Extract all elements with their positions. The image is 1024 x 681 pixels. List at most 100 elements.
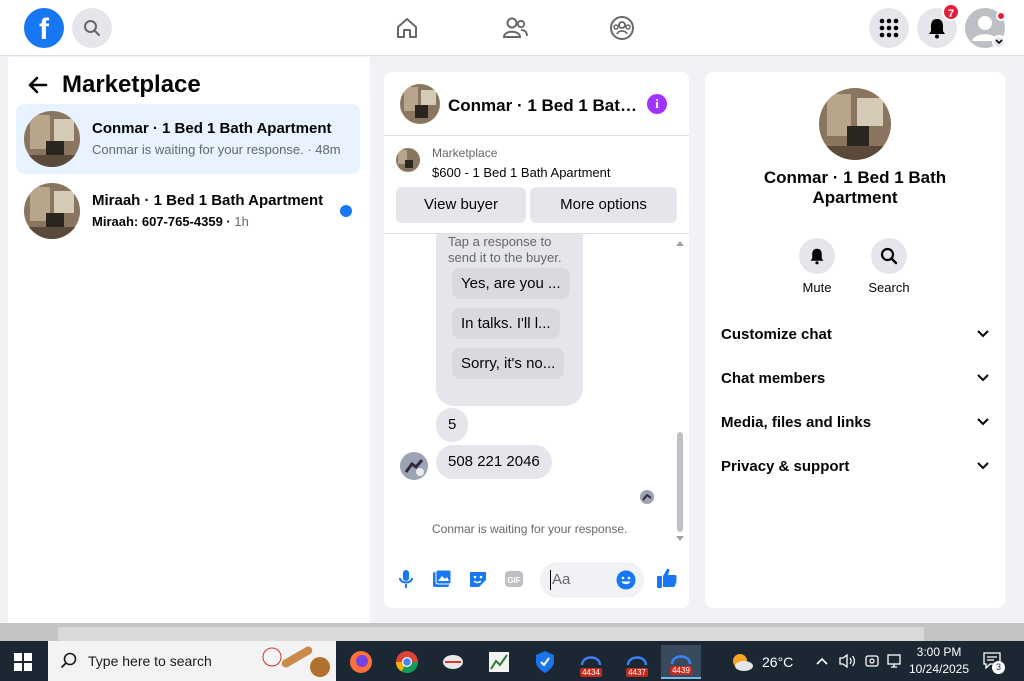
groups-icon [610,16,634,40]
taskbar-app[interactable]: 4437 [617,645,657,679]
nav-groups[interactable] [606,12,638,44]
conversation-item[interactable]: Conmar · 1 Bed 1 Bath Apartment Conmar i… [16,104,360,174]
nav-home[interactable] [391,12,423,44]
firefox-taskbar-app[interactable] [341,645,381,679]
clock-date: 10/24/2025 [908,662,970,676]
listing-name[interactable]: $600 - 1 Bed 1 Bath Apartment [432,165,611,180]
search-placeholder: Type here to search [88,653,212,669]
listing-source: Marketplace [432,146,498,160]
weather-icon [733,654,753,671]
text-caret [550,570,551,590]
message-list: Tap a response to send it to the buyer. … [384,234,689,544]
svg-text:GIF: GIF [507,576,520,585]
network-tray[interactable] [886,653,904,672]
action-center-button[interactable]: 3 [982,651,1005,674]
chevron-down-icon [977,374,989,382]
menu-button[interactable] [869,8,909,48]
chevron-up-icon [816,657,828,665]
section-label: Privacy & support [721,457,850,475]
profile-photo[interactable] [819,88,891,160]
notification-count: 3 [992,661,1005,674]
sticker-icon [470,572,486,587]
account-dropdown[interactable] [992,35,1006,49]
nav-friends[interactable] [499,12,531,44]
quick-reply-button[interactable]: Yes, are you ... [452,268,570,299]
preview-text: Miraah: 607-765-4359 [92,214,223,229]
message-input[interactable]: Aa [540,562,644,598]
privacy-support-section[interactable]: Privacy & support [721,454,989,478]
account-button[interactable] [965,8,1006,49]
preview-time: 48m [315,142,341,157]
marketplace-inbox: Marketplace Conmar · 1 Bed 1 Bath Apartm… [8,57,370,623]
taskbar-app[interactable] [525,645,565,679]
weather-widget[interactable]: 26°C [730,651,793,673]
gif-button[interactable]: GIF [503,568,525,590]
like-button[interactable] [655,566,679,590]
mute-button[interactable] [799,238,835,274]
message-scrollbar[interactable] [676,240,684,542]
quick-reply-button[interactable]: Sorry, it's no... [452,348,565,379]
chat-members-section[interactable]: Chat members [721,366,989,390]
search-in-chat-button[interactable] [871,238,907,274]
more-options-button[interactable]: More options [530,187,677,223]
taskbar-app[interactable] [433,645,473,679]
info-icon[interactable]: i [647,94,667,114]
scroll-up-arrow-icon[interactable] [676,240,684,246]
scroll-down-arrow-icon[interactable] [676,536,684,542]
back-arrow-icon[interactable] [28,76,48,94]
emoji-icon[interactable] [616,570,636,590]
message-bubble[interactable]: 5 [436,408,469,442]
voice-clip-button[interactable] [395,568,417,590]
taskbar-app-active[interactable]: 4439 [661,645,701,679]
chat-title[interactable]: Conmar · 1 Bed 1 Bath Apartment [448,96,638,116]
conversation-item[interactable]: Miraah · 1 Bed 1 Bath Apartment Miraah: … [16,176,360,246]
volume-tray[interactable] [838,653,856,672]
view-buyer-button[interactable]: View buyer [396,187,526,223]
windows-taskbar: Type here to search 4434 4437 4439 26°C [0,641,1024,681]
section-label: Chat members [721,369,826,387]
account-alert-dot [996,11,1006,21]
mute-label: Mute [802,280,832,295]
taskbar-search[interactable]: Type here to search [48,641,336,681]
photo-button[interactable] [431,568,453,590]
chat-window: Conmar · 1 Bed 1 Bath Apartment i Market… [384,72,689,608]
taskbar-clock[interactable]: 3:00 PM 10/24/2025 [906,644,972,678]
search-button[interactable] [72,8,112,48]
search-action[interactable]: Search [859,238,919,295]
quick-reply-button[interactable]: In talks. I'll l... [452,308,560,339]
chevron-down-icon [977,418,989,426]
waiting-status: Conmar is waiting for your response. [432,522,628,536]
preview-time: 1h [234,214,249,229]
page-title: Marketplace [62,71,201,98]
meet-now-tray[interactable] [864,653,880,672]
chat-details-panel: Conmar · 1 Bed 1 Bath Apartment Mute Sea… [705,72,1005,608]
taskbar-app[interactable] [479,645,519,679]
conversation-title: Conmar · 1 Bed 1 Bath Apartment [92,120,332,137]
network-icon [887,654,901,668]
bell-icon [929,19,945,39]
taskbar-app[interactable]: 4434 [571,645,611,679]
temperature: 26°C [762,654,794,670]
customize-chat-section[interactable]: Customize chat [721,322,989,346]
horizontal-scrollbar[interactable] [58,627,924,641]
message-bubble[interactable]: 508 221 2046 [436,445,552,479]
media-files-section[interactable]: Media, files and links [721,410,989,434]
quick-reply-card: Tap a response to send it to the buyer. … [436,234,583,406]
app-count-badge: 4439 [670,666,692,675]
facebook-logo[interactable]: f [24,8,64,48]
preview-text: Conmar is waiting for your response. [92,142,304,157]
section-label: Media, files and links [721,413,872,431]
sticker-button[interactable] [467,568,489,590]
app-icon [443,655,463,669]
chrome-taskbar-app[interactable] [387,645,427,679]
show-hidden-icons[interactable] [816,653,828,668]
chrome-icon [396,651,418,673]
top-navigation-bar: f 7 [0,0,1024,56]
mute-action[interactable]: Mute [787,238,847,295]
chat-avatar[interactable] [400,84,440,124]
thumbs-up-icon [657,568,677,588]
notifications-badge: 7 [942,3,960,21]
camera-icon [865,655,879,667]
scroll-thumb[interactable] [677,432,683,532]
start-button[interactable] [14,653,32,671]
